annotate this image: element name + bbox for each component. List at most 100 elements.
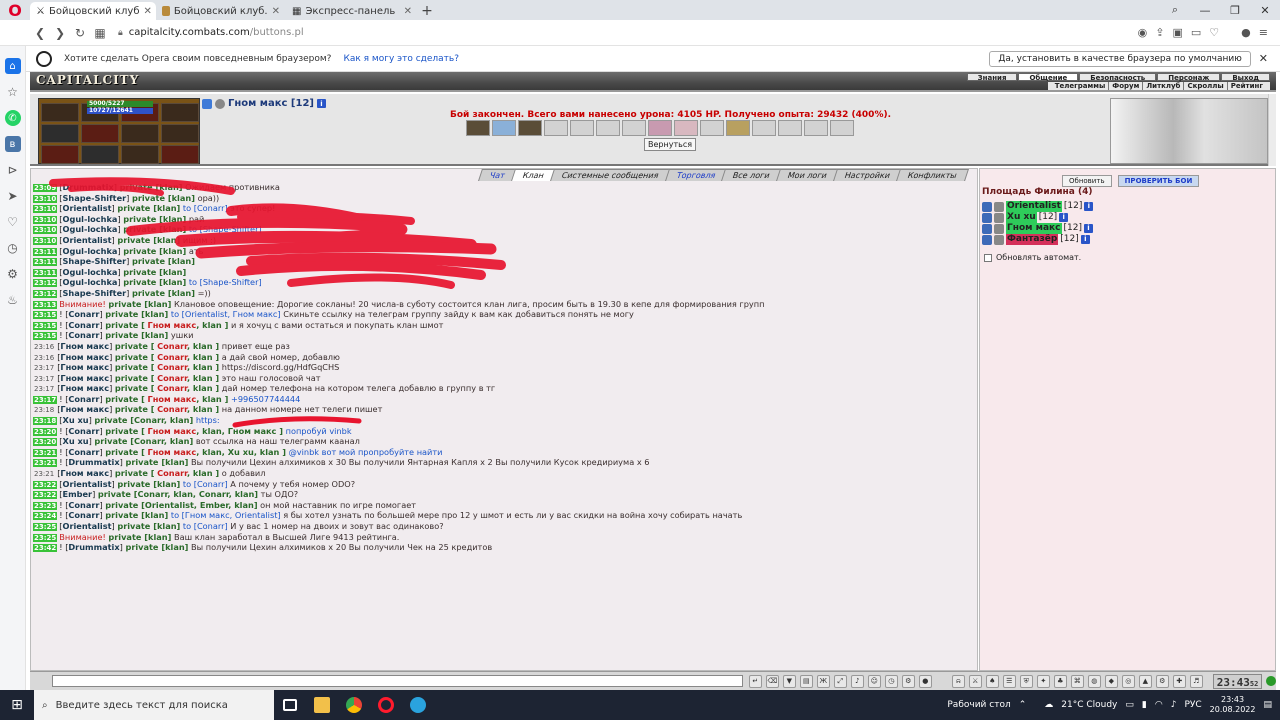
- globe-icon[interactable]: ◍: [1087, 674, 1101, 688]
- private-recipient[interactable]: Гном макс: [148, 394, 197, 404]
- game-menu-4[interactable]: Выход: [1221, 73, 1270, 82]
- chat-tab-1[interactable]: Клан: [511, 169, 557, 181]
- enter-icon[interactable]: ↵: [748, 674, 762, 688]
- gem-icon[interactable]: ◆: [1104, 674, 1118, 688]
- slot[interactable]: [700, 120, 724, 136]
- gear-icon[interactable]: ⚙: [1155, 674, 1169, 688]
- minimize-icon[interactable]: —: [1190, 0, 1220, 20]
- private-label[interactable]: private [klan]: [117, 521, 180, 531]
- private-label[interactable]: private [klan]: [117, 203, 180, 213]
- slot[interactable]: [804, 120, 828, 136]
- message-time[interactable]: 23:21: [33, 470, 55, 478]
- message-time[interactable]: 23:09: [33, 184, 58, 192]
- to-recipients[interactable]: to [Conarr]: [183, 479, 228, 489]
- menu-icon[interactable]: ≡: [1259, 26, 1268, 39]
- magic-icon[interactable]: ✦: [1036, 674, 1050, 688]
- private-label[interactable]: private [klan]: [123, 267, 186, 277]
- private-label[interactable]: private [Conarr, klan]: [94, 436, 193, 446]
- game-submenu-1[interactable]: Форум: [1108, 82, 1142, 90]
- slot[interactable]: [492, 120, 516, 136]
- private-label[interactable]: private [klan]: [123, 214, 186, 224]
- tab-3[interactable]: ▦ Экспресс-панель ✕: [286, 2, 418, 20]
- sender-name[interactable]: Conarr: [68, 320, 99, 330]
- desktop-label[interactable]: Рабочий стол: [947, 700, 1010, 710]
- user-name[interactable]: Фантазёр: [1006, 234, 1059, 245]
- slot[interactable]: [570, 120, 594, 136]
- slot[interactable]: [726, 120, 750, 136]
- equipment-slot[interactable]: [161, 145, 199, 164]
- private-label[interactable]: private [: [115, 352, 155, 362]
- private-recipient[interactable]: Conarr: [157, 373, 187, 383]
- sender-name[interactable]: Conarr: [68, 447, 99, 457]
- message-time[interactable]: 23:12: [33, 289, 58, 298]
- sender-name[interactable]: Drummatix: [68, 457, 119, 467]
- potion-icon[interactable]: ♠: [985, 674, 999, 688]
- sender-name[interactable]: Гном макс: [60, 341, 109, 351]
- equipment-slot[interactable]: [41, 145, 79, 164]
- sender-name[interactable]: Ogul-lochka: [63, 224, 118, 234]
- message-time[interactable]: 23:25: [33, 533, 58, 542]
- info-icon[interactable]: i: [316, 99, 326, 108]
- wallet-icon[interactable]: ▭: [1191, 26, 1201, 39]
- chat-tab-6[interactable]: Настройки: [833, 169, 903, 181]
- private-label[interactable]: private [klan]: [117, 235, 180, 245]
- message-time[interactable]: 23:12: [33, 279, 58, 288]
- room-user[interactable]: Гном макс [12] i: [982, 223, 1093, 234]
- task-view-icon[interactable]: [274, 690, 306, 720]
- private-label[interactable]: private [: [105, 447, 145, 457]
- private-recipient[interactable]: Conarr: [157, 383, 187, 393]
- check-fights-button[interactable]: ПРОВЕРИТЬ БОИ: [1117, 175, 1200, 187]
- message-time[interactable]: 23:15: [33, 332, 58, 341]
- equipment-slot[interactable]: [81, 124, 119, 143]
- message-time[interactable]: 23:10: [33, 236, 58, 245]
- auto-refresh[interactable]: Обновлять автомат.: [984, 253, 1081, 262]
- sender-name[interactable]: Conarr: [68, 510, 99, 520]
- refresh-button[interactable]: Обновить: [1062, 175, 1112, 187]
- send-icon[interactable]: ➤: [5, 188, 21, 204]
- message-time[interactable]: 23:17: [33, 395, 58, 404]
- chat-tab-3[interactable]: Торговля: [664, 169, 728, 181]
- info-icon[interactable]: i: [1084, 202, 1094, 211]
- message-time[interactable]: 23:15: [33, 311, 58, 320]
- private-label[interactable]: private [klan]: [120, 182, 183, 192]
- game-menu-1[interactable]: Общение: [1018, 73, 1079, 82]
- clock-icon[interactable]: ◷: [5, 240, 21, 256]
- auto-refresh-checkbox[interactable]: [984, 253, 992, 262]
- filter-icon[interactable]: ▼: [782, 674, 796, 688]
- boot-icon[interactable]: ▲: [1138, 674, 1152, 688]
- reload-icon[interactable]: ↻: [70, 26, 90, 40]
- map-icon[interactable]: ⌘: [1070, 674, 1084, 688]
- private-label[interactable]: private [Conarr, klan]: [94, 415, 193, 425]
- private-label[interactable]: private [klan]: [132, 288, 195, 298]
- sender-name[interactable]: Гном макс: [60, 362, 109, 372]
- translit-icon[interactable]: Ж: [816, 674, 830, 688]
- slot[interactable]: [544, 120, 568, 136]
- private-recipient[interactable]: Conarr: [157, 468, 187, 478]
- chevron-up-icon[interactable]: ⌃: [1019, 700, 1027, 710]
- heart-icon[interactable]: ♡: [1209, 26, 1219, 39]
- user-name[interactable]: Гном макс: [1006, 223, 1062, 234]
- message-time[interactable]: 23:21: [33, 459, 58, 468]
- user-name[interactable]: Xu xu: [1006, 212, 1037, 223]
- private-recipient[interactable]: Гном макс: [148, 320, 197, 330]
- eraser-icon[interactable]: ⌫: [765, 674, 779, 688]
- sender-name[interactable]: Ember: [63, 489, 93, 499]
- private-label[interactable]: private [klan]: [125, 457, 188, 467]
- url-field[interactable]: 🔒︎ capitalcity.combats.com/buttons.pl: [118, 27, 304, 38]
- game-menu-2[interactable]: Безопасность: [1079, 73, 1157, 82]
- private-label[interactable]: private [: [115, 362, 155, 372]
- sender-name[interactable]: Shape-Shifter: [63, 256, 127, 266]
- chat-tab-4[interactable]: Все логи: [721, 169, 783, 181]
- close-tab-icon[interactable]: ✕: [272, 6, 280, 17]
- message-time[interactable]: 23:24: [33, 512, 58, 521]
- language-indicator[interactable]: РУС: [1184, 700, 1201, 710]
- sender-name[interactable]: Conarr: [68, 309, 99, 319]
- search-tabs-icon[interactable]: ⌕: [1160, 0, 1190, 20]
- home-icon[interactable]: ⌂: [4, 58, 21, 74]
- network-icon[interactable]: ▭: [1125, 700, 1134, 710]
- vk-icon[interactable]: в: [4, 136, 21, 152]
- slot[interactable]: [622, 120, 646, 136]
- scroll-icon[interactable]: ☰: [1002, 674, 1016, 688]
- game-submenu-0[interactable]: Телеграммы: [1052, 82, 1109, 90]
- message-time[interactable]: 23:11: [33, 247, 58, 256]
